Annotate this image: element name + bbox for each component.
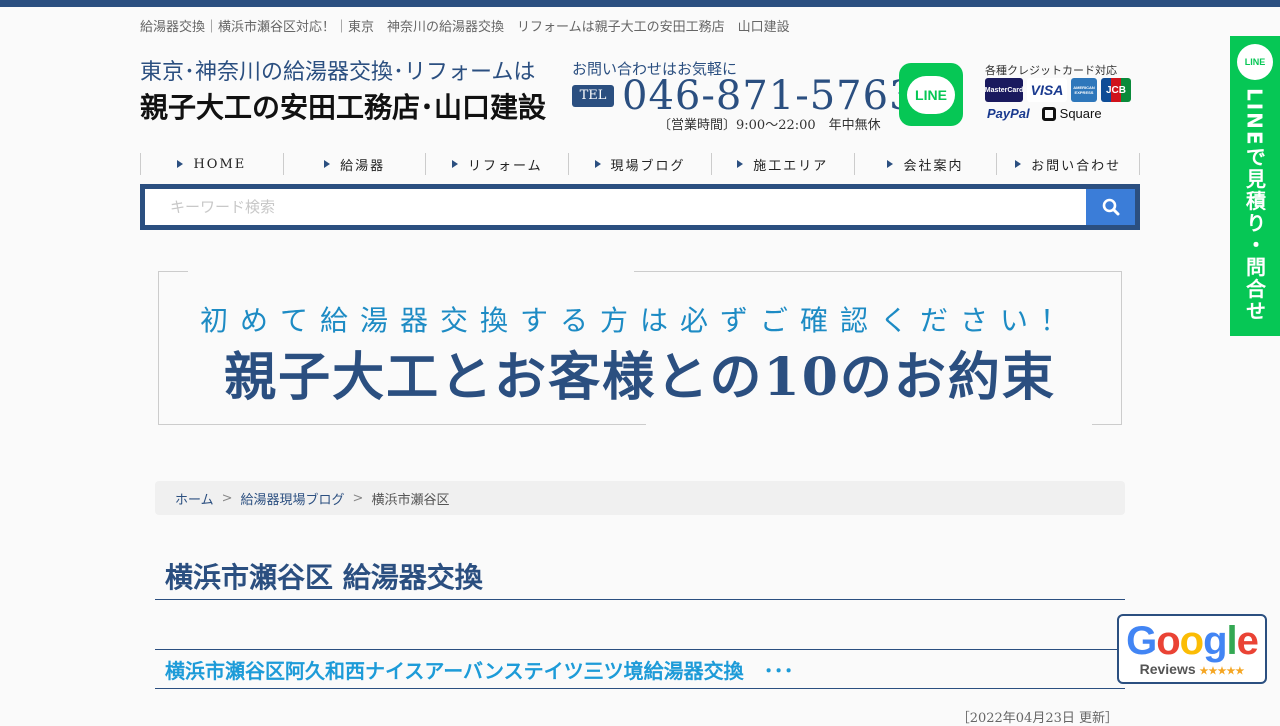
phone-row[interactable]: TEL 046-871-5763 [572, 74, 916, 118]
line-icon: LINE [1237, 44, 1273, 80]
breadcrumb-current: 横浜市瀬谷区 [371, 492, 450, 508]
post-title-link[interactable]: 横浜市瀬谷区阿久和西ナイスアーバンステイツ三ツ境給湯器交換 ･･･ [155, 649, 1125, 689]
triangle-right-icon [324, 160, 331, 168]
banner-subtitle: 初めて給湯器交換する方は必ずご確認ください！ [199, 304, 1080, 337]
contact-block: お問い合わせはお気軽に TEL 046-871-5763 〔営業時間〕9:00～… [572, 58, 915, 133]
square-glyph-icon [1041, 106, 1056, 121]
triangle-right-icon [737, 160, 744, 168]
page-title: 横浜市瀬谷区 給湯器交換 [155, 556, 1125, 600]
phone-number[interactable]: 046-871-5763 [622, 74, 916, 118]
main-nav: HOME 給湯器 リフォーム 現場ブログ 施工エリア 会社案内 お問い合わせ [140, 153, 1141, 175]
tel-badge: TEL [572, 85, 614, 107]
nav-label: 現場ブログ [610, 158, 686, 174]
nav-home[interactable]: HOME [141, 153, 284, 175]
stars-icon: ★★★★★ [1199, 666, 1245, 677]
line-icon-label: LINE [1244, 57, 1266, 67]
triangle-right-icon [594, 160, 601, 168]
reviews-label: Reviews ★★★★★ [1140, 661, 1245, 677]
post-updated-date: ［2022年04月23日 更新］ [956, 711, 1118, 726]
reviews-word: Reviews [1139, 661, 1196, 677]
top-accent-bar [0, 0, 1280, 7]
site-tagline: 給湯器交換｜横浜市瀬谷区対応！｜東京 神奈川の給湯器交換 リフォームは親子大工の… [140, 20, 790, 35]
promise-banner[interactable]: 初めて給湯器交換する方は必ずご確認ください！ 親子大工とお客様との10のお約束 [158, 269, 1122, 427]
search-button[interactable] [1086, 189, 1135, 225]
triangle-right-icon [887, 160, 894, 168]
nav-site-blog[interactable]: 現場ブログ [569, 153, 712, 175]
site-logo[interactable]: 東京･神奈川の給湯器交換･リフォームは 親子大工の安田工務店･山口建設 [140, 56, 560, 130]
line-side-label: LINEで見積り・問合せ [1242, 88, 1267, 323]
amex-icon: AMERICAN EXPRESS [1071, 78, 1097, 102]
nav-label: 施工エリア [753, 158, 829, 174]
nav-contact[interactable]: お問い合わせ [997, 153, 1141, 175]
google-reviews-badge[interactable]: Google Reviews ★★★★★ [1117, 614, 1267, 684]
search-input[interactable] [145, 189, 1087, 225]
nav-label: リフォーム [467, 158, 543, 174]
nav-label: 会社案内 [903, 158, 964, 174]
mastercard-icon: MasterCard [985, 78, 1023, 102]
jcb-icon: JCB [1101, 78, 1131, 102]
square-label: Square [1059, 106, 1102, 121]
paypal-label: PayPal [987, 106, 1030, 121]
line-button[interactable]: LINE [899, 63, 963, 126]
breadcrumb-separator: > [221, 490, 233, 506]
logo-line-1: 東京･神奈川の給湯器交換･リフォームは [140, 60, 536, 85]
line-icon: LINE [907, 75, 955, 114]
wallet-logos: PayPal Square [987, 106, 1102, 121]
breadcrumb-separator: > [352, 490, 364, 506]
triangle-right-icon [1015, 160, 1022, 168]
visa-icon: VISA [1027, 78, 1067, 102]
line-side-tab[interactable]: LINE LINEで見積り・問合せ [1230, 36, 1280, 336]
breadcrumb: ホーム > 給湯器現場ブログ > 横浜市瀬谷区 [155, 481, 1125, 515]
nav-label: お問い合わせ [1031, 158, 1122, 174]
payment-title: 各種クレジットカード対応 [985, 64, 1117, 77]
nav-water-heater[interactable]: 給湯器 [284, 153, 427, 175]
logo-line-2: 親子大工の安田工務店･山口建設 [140, 91, 547, 124]
triangle-right-icon [177, 160, 184, 168]
breadcrumb-blog[interactable]: 給湯器現場ブログ [241, 489, 345, 508]
square-icon: Square [1041, 106, 1102, 121]
business-hours: 〔営業時間〕9:00～22:00 年中無休 [658, 118, 881, 133]
banner-frame-gap [646, 423, 1092, 427]
nav-service-area[interactable]: 施工エリア [712, 153, 855, 175]
triangle-right-icon [451, 160, 458, 168]
search-bar [140, 184, 1140, 230]
nav-label: HOME [193, 156, 247, 172]
line-icon-label: LINE [915, 86, 947, 103]
banner-frame-gap [188, 269, 634, 273]
nav-company[interactable]: 会社案内 [855, 153, 998, 175]
breadcrumb-home[interactable]: ホーム [175, 489, 214, 508]
payment-methods: 各種クレジットカード対応 MasterCard VISA AMERICAN EX… [985, 62, 1131, 128]
banner-title: 親子大工とお客様との10のお約束 [224, 347, 1056, 408]
card-logos: MasterCard VISA AMERICAN EXPRESS JCB [985, 78, 1131, 102]
paypal-icon: PayPal [987, 106, 1030, 121]
google-logo: Google [1126, 619, 1259, 663]
nav-reform[interactable]: リフォーム [426, 153, 570, 175]
nav-label: 給湯器 [340, 158, 386, 174]
search-icon [1102, 198, 1119, 216]
